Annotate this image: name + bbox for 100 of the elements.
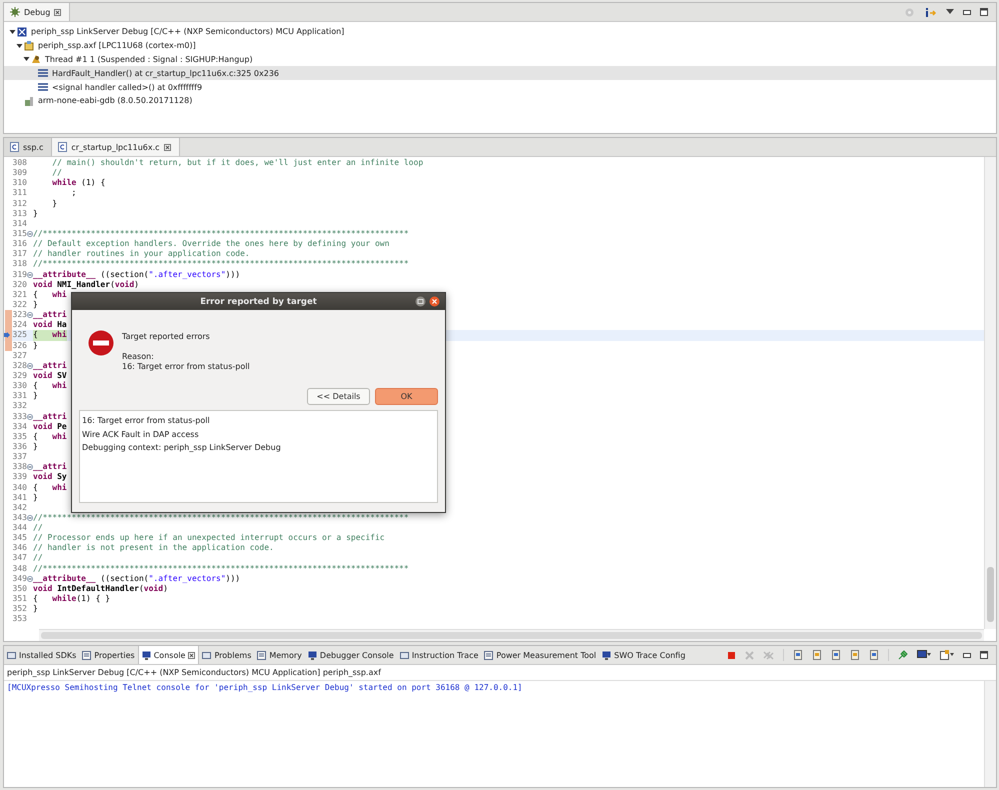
details-button[interactable]: << Details [307, 388, 370, 405]
collapse-icon[interactable] [27, 272, 33, 278]
editor-tab[interactable]: ssp.c [4, 138, 52, 156]
view-tab[interactable]: Console [138, 646, 200, 664]
scrollbar-thumb[interactable] [987, 567, 994, 622]
code-line: // handler routines in your application code. [33, 249, 250, 260]
tree-item[interactable]: HardFault_Handler() at cr_startup_lpc11u6x.c:325 0x236 [52, 68, 279, 78]
dropdown-icon[interactable] [946, 9, 954, 15]
view-tab[interactable]: Power Measurement Tool [481, 646, 600, 664]
scrollbar-thumb[interactable] [41, 632, 982, 639]
debug-launch-icon [17, 26, 27, 37]
code-line: } [33, 604, 38, 614]
minimize-icon[interactable] [963, 10, 971, 14]
code-line: { whi [33, 432, 67, 442]
scrollbar[interactable] [984, 157, 996, 629]
expand-toggle-icon[interactable] [23, 56, 30, 62]
reason-text: 16: Target error from status-poll [122, 362, 250, 372]
editor-tab[interactable]: cr_startup_lpc11u6x.c [52, 138, 180, 156]
collapse-icon[interactable] [27, 514, 33, 521]
monitor-icon [142, 650, 151, 660]
code-line: __attri [33, 412, 67, 422]
view-tab[interactable]: Instruction Trace [396, 646, 482, 664]
minimize-icon[interactable] [963, 652, 971, 658]
maximize-icon[interactable] [980, 8, 988, 16]
error-message: Target reported errors [122, 332, 211, 342]
line-number: 344 [12, 523, 27, 534]
window-controls-icon[interactable] [415, 296, 441, 307]
line-number: 353 [12, 614, 27, 624]
expand-toggle-icon[interactable] [9, 28, 16, 35]
line-number: 339 [12, 472, 27, 483]
maximize-icon[interactable] [980, 651, 988, 659]
code-line: void Sy [33, 472, 67, 483]
thread-icon [31, 54, 41, 64]
code-line: void SV [33, 370, 67, 382]
view-tab[interactable]: Properties [79, 646, 138, 664]
tree-item[interactable]: Thread #1 1 (Suspended : Signal : SIGHUP:Hangup) [45, 54, 253, 64]
dialog-title: Error reported by target [200, 296, 317, 306]
tree-item[interactable]: <signal handler called>() at 0xfffffff9 [52, 82, 202, 92]
view-tab[interactable]: SWO Trace Config [599, 646, 688, 664]
code-line: while (1) { [51, 178, 106, 188]
tree-item[interactable]: periph_ssp.axf [LPC11U68 (cortex-m0)] [38, 41, 196, 50]
close-icon[interactable] [54, 8, 62, 16]
stop-icon[interactable] [727, 650, 736, 660]
reason-label: Reason: [122, 352, 155, 362]
tree-item[interactable]: arm-none-eabi-gdb (8.0.50.20171128) [38, 96, 192, 106]
view-tab[interactable]: Debug [4, 3, 70, 21]
collapse-icon[interactable] [27, 231, 33, 238]
collapse-icon[interactable] [27, 576, 33, 582]
code-line: //**************************************************************************** [33, 512, 409, 524]
line-number: 322 [12, 300, 27, 310]
line-number: 350 [12, 584, 27, 594]
code-line: { whi [33, 290, 67, 300]
line-number: 352 [12, 604, 27, 614]
code-line: } [33, 300, 38, 310]
line-number: 311 [12, 188, 27, 199]
line-number: 332 [12, 401, 27, 412]
code-line: // main() shouldn't return, but if it does, we'll just enter an infinite loop [51, 158, 424, 168]
document-icon[interactable] [850, 650, 860, 660]
line-number: 348 [12, 564, 27, 574]
document-icon[interactable] [869, 650, 879, 660]
line-number: 347 [12, 553, 27, 564]
collapse-icon[interactable] [27, 312, 33, 318]
expand-toggle-icon[interactable] [16, 42, 23, 49]
code-line: //**************************************************************************** [33, 564, 409, 574]
c-file-icon [58, 142, 68, 152]
line-number: 325 [12, 330, 27, 341]
document-icon[interactable] [831, 650, 841, 660]
monitor-icon[interactable] [917, 650, 931, 660]
scrollbar[interactable] [39, 629, 984, 641]
collapse-icon[interactable] [27, 362, 33, 369]
view-tab[interactable]: Installed SDKs [4, 646, 80, 664]
line-number: 321 [12, 290, 27, 300]
pin-icon[interactable] [898, 650, 908, 660]
code-line: __attri [33, 462, 67, 472]
bug-icon [10, 7, 20, 17]
document-icon[interactable] [812, 650, 822, 660]
line-number: 327 [12, 350, 27, 361]
line-number: 338 [12, 462, 27, 472]
code-line: } [33, 340, 38, 351]
line-number: 313 [12, 208, 27, 219]
view-tab[interactable]: Memory [254, 646, 305, 664]
info-icon[interactable] [924, 6, 937, 18]
ok-button[interactable]: OK [375, 388, 438, 405]
scrollbar[interactable] [984, 681, 996, 787]
close-icon[interactable] [188, 652, 196, 658]
new-console-icon[interactable] [940, 650, 954, 660]
document-icon[interactable] [793, 650, 803, 660]
detail-line: 16: Target error from status-poll [82, 415, 211, 427]
line-number: 309 [12, 168, 27, 178]
collapse-icon[interactable] [27, 414, 33, 420]
close-icon[interactable] [164, 144, 171, 150]
tree-item[interactable]: periph_ssp LinkServer Debug [C/C++ (NXP Semiconductors) MCU Application] [31, 27, 344, 36]
application-icon [24, 40, 34, 51]
console-output-line: [MCUXpresso Semihosting Telnet console for 'periph_ssp LinkServer Debug' started on port 36168 @ 127.0.0.1] [7, 683, 524, 692]
code-line: // [33, 553, 43, 564]
code-line: } [33, 442, 38, 452]
collapse-icon[interactable] [27, 464, 33, 470]
view-tab[interactable]: Debugger Console [304, 646, 397, 664]
code-line: //**************************************************************************** [33, 228, 409, 240]
view-tab[interactable]: Problems [199, 646, 254, 664]
